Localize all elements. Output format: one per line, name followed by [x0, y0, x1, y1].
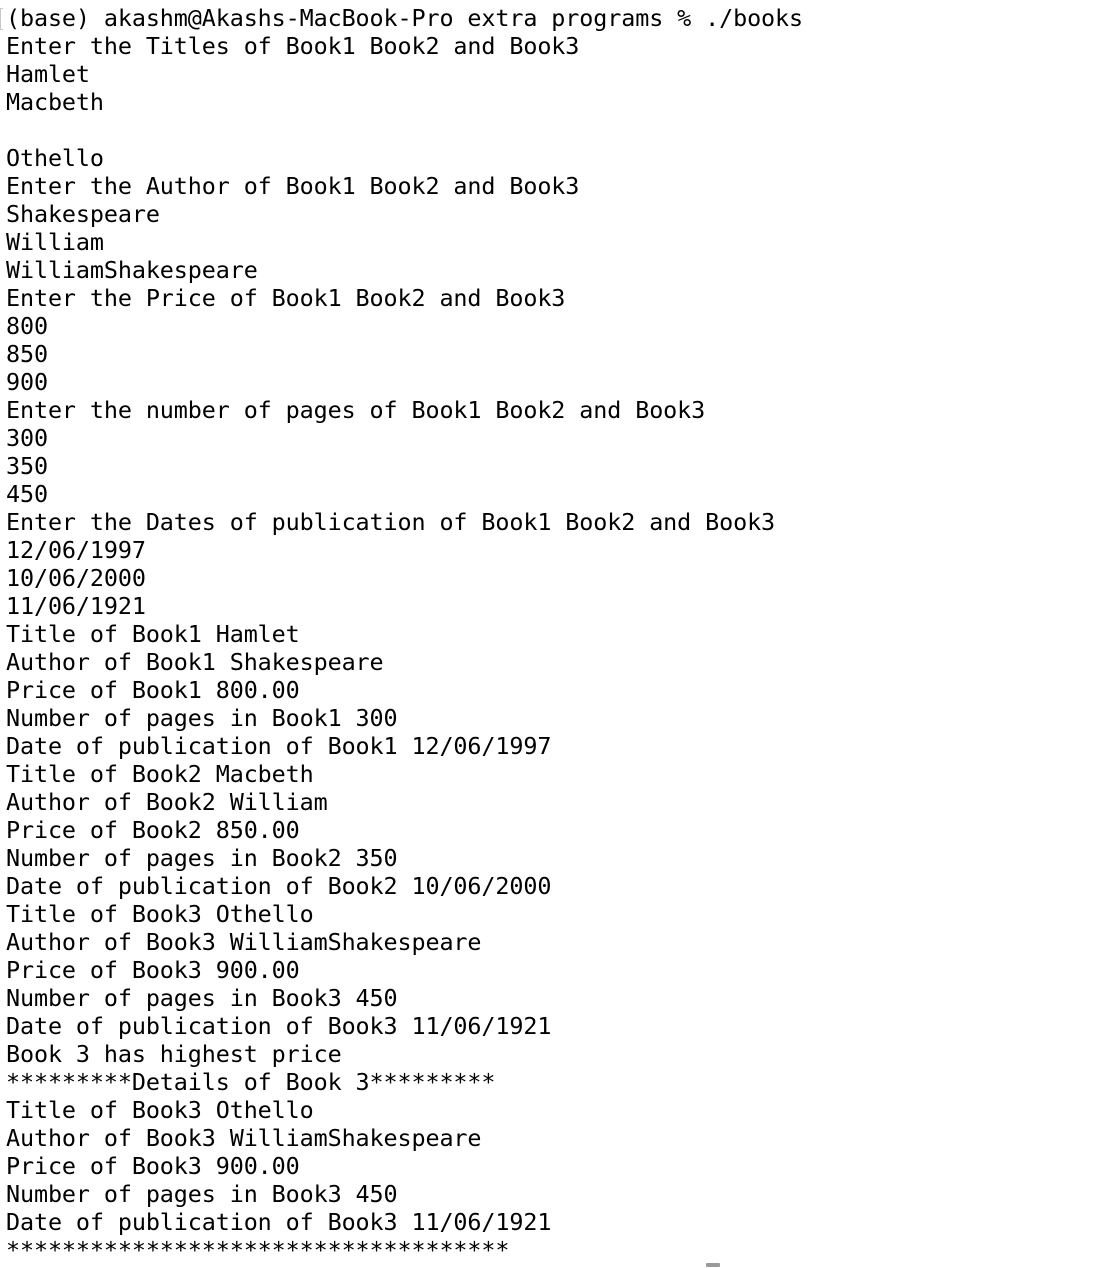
output-line: William — [6, 228, 104, 256]
output-line: Book 3 has highest price — [6, 1040, 342, 1068]
terminal-output: (base) akashm@Akashs-MacBook-Pro extra p… — [6, 4, 1118, 1264]
output-line: Author of Book3 WilliamShakespeare — [6, 1124, 482, 1152]
output-line: Author of Book1 Shakespeare — [6, 648, 384, 676]
output-line: *********Details of Book 3********* — [6, 1068, 496, 1096]
output-line: Price of Book3 900.00 — [6, 956, 300, 984]
output-line: Number of pages in Book2 350 — [6, 844, 398, 872]
output-line: 10/06/2000 — [6, 564, 146, 592]
output-line: Price of Book1 800.00 — [6, 676, 300, 704]
output-line: Date of publication of Book3 11/06/1921 — [6, 1208, 552, 1236]
command-mark-bracket — [0, 8, 3, 30]
output-line: Enter the Author of Book1 Book2 and Book… — [6, 172, 580, 200]
output-line: Enter the Dates of publication of Book1 … — [6, 508, 776, 536]
output-line: Title of Book2 Macbeth — [6, 760, 314, 788]
output-line: Date of publication of Book3 11/06/1921 — [6, 1012, 552, 1040]
output-line: Date of publication of Book2 10/06/2000 — [6, 872, 552, 900]
output-line: 450 — [6, 480, 48, 508]
output-line: 11/06/1921 — [6, 592, 146, 620]
output-line: ************************************ — [6, 1236, 510, 1264]
output-line: Shakespeare — [6, 200, 160, 228]
output-line: 12/06/1997 — [6, 536, 146, 564]
output-line: 300 — [6, 424, 48, 452]
output-line: Title of Book3 Othello — [6, 900, 314, 928]
output-line: Author of Book2 William — [6, 788, 328, 816]
output-line: Price of Book2 850.00 — [6, 816, 300, 844]
output-line: 850 — [6, 340, 48, 368]
output-line: 800 — [6, 312, 48, 340]
terminal-window[interactable]: (base) akashm@Akashs-MacBook-Pro extra p… — [0, 0, 1118, 1268]
command-prompt-line: (base) akashm@Akashs-MacBook-Pro extra p… — [6, 4, 803, 32]
output-line: Othello — [6, 144, 104, 172]
output-line: Macbeth — [6, 88, 104, 116]
output-line: Price of Book3 900.00 — [6, 1152, 300, 1180]
output-line: WilliamShakespeare — [6, 256, 258, 284]
output-line: Author of Book3 WilliamShakespeare — [6, 928, 482, 956]
output-line: Hamlet — [6, 60, 90, 88]
output-line: Number of pages in Book3 450 — [6, 1180, 398, 1208]
output-line: 350 — [6, 452, 48, 480]
output-line: Date of publication of Book1 12/06/1997 — [6, 732, 552, 760]
output-line: Number of pages in Book3 450 — [6, 984, 398, 1012]
scroll-indicator[interactable] — [706, 1263, 720, 1267]
output-line: Title of Book3 Othello — [6, 1096, 314, 1124]
output-line: 900 — [6, 368, 48, 396]
output-line: Enter the Titles of Book1 Book2 and Book… — [6, 32, 580, 60]
output-line: Number of pages in Book1 300 — [6, 704, 398, 732]
output-line: Enter the number of pages of Book1 Book2… — [6, 396, 706, 424]
output-line: Title of Book1 Hamlet — [6, 620, 300, 648]
output-line: Enter the Price of Book1 Book2 and Book3 — [6, 284, 566, 312]
